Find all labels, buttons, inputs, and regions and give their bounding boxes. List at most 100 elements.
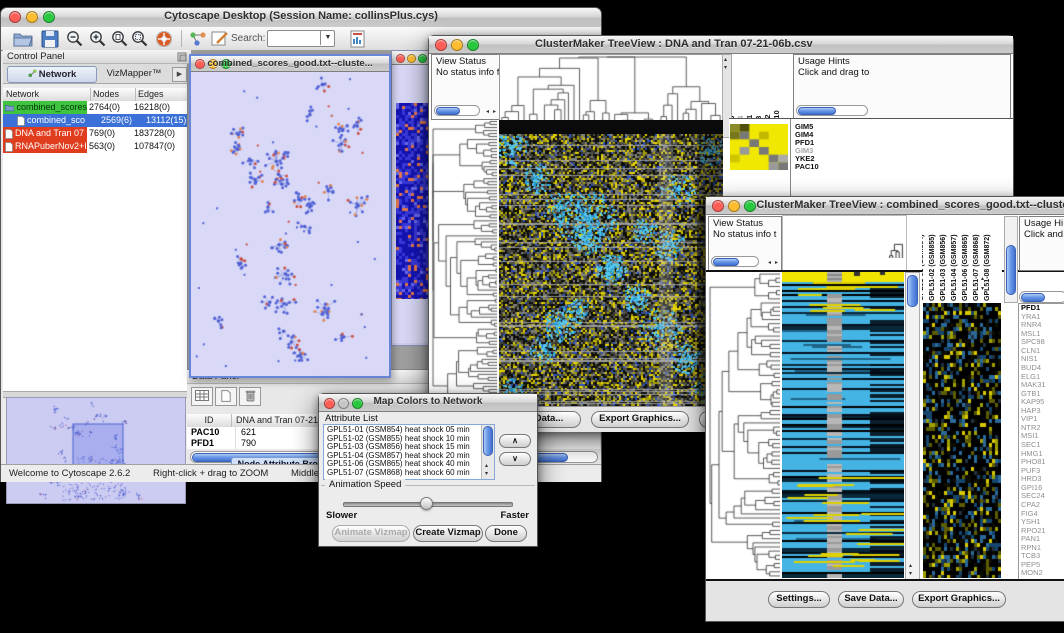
usage-hints-panel: Usage Hi Click and bbox=[1019, 216, 1064, 271]
close-button[interactable] bbox=[435, 39, 447, 51]
frame2-minimize-button[interactable] bbox=[407, 54, 416, 63]
column-label: GPL51-03 (GSM856) bbox=[940, 234, 948, 301]
dialog-titlebar[interactable]: Map Colors to Network bbox=[319, 394, 537, 412]
network-view-canvas[interactable] bbox=[191, 72, 385, 372]
treeview1-title: ClusterMaker TreeView : DNA and Tran 07-… bbox=[535, 38, 1013, 50]
scroll-left-icon[interactable]: ◂ bbox=[486, 109, 489, 115]
settings-button[interactable]: Settings... bbox=[768, 591, 830, 608]
move-down-button[interactable]: ∨ bbox=[499, 452, 531, 466]
view-status-hscrollbar[interactable] bbox=[434, 105, 480, 116]
gene-list-hscrollbar[interactable] bbox=[1019, 291, 1064, 303]
scroll-up-icon[interactable]: ▴ bbox=[485, 463, 488, 469]
attribute-list-vscrollbar[interactable]: ▴ ▾ bbox=[481, 425, 494, 479]
col-nodes[interactable]: Nodes bbox=[91, 88, 136, 101]
zoom-button[interactable] bbox=[467, 39, 479, 51]
similarity-heatmap-canvas[interactable] bbox=[499, 134, 723, 406]
export-graphics-button[interactable]: Export Graphics... bbox=[591, 411, 689, 428]
hscroll-thumb[interactable] bbox=[1021, 293, 1045, 302]
frame2-zoom-button[interactable] bbox=[418, 54, 427, 63]
hscroll-thumb[interactable] bbox=[798, 107, 836, 115]
network-list-row[interactable]: combined_scores2764(0)16218(0) bbox=[3, 101, 187, 114]
main-titlebar[interactable]: Cytoscape Desktop (Session Name: collins… bbox=[1, 8, 601, 28]
vscroll-thumb[interactable] bbox=[1006, 245, 1016, 295]
mini-heatmap-canvas[interactable] bbox=[730, 124, 788, 170]
column-label: GPL51-01 (GSM854) bbox=[922, 234, 926, 301]
scroll-left-icon[interactable]: ◂ bbox=[768, 260, 771, 266]
scroll-down-icon[interactable]: ▾ bbox=[909, 571, 912, 577]
network-nodes: 563(0) bbox=[87, 140, 132, 153]
annotation-icon[interactable] bbox=[210, 29, 230, 49]
status-zoom-hint: Right-click + drag to ZOOM bbox=[153, 468, 268, 479]
heatmap-vscrollbar[interactable]: ▴ ▾ bbox=[905, 272, 920, 580]
col-edges[interactable]: Edges bbox=[136, 88, 187, 101]
new-attribute-icon[interactable] bbox=[215, 387, 237, 406]
zoom-out-icon[interactable] bbox=[65, 29, 85, 49]
heatmap-top-band bbox=[499, 120, 723, 134]
help-lifesaver-icon[interactable] bbox=[154, 29, 174, 49]
hscroll-thumb[interactable] bbox=[436, 107, 460, 115]
tab-network[interactable]: Network bbox=[7, 66, 97, 83]
scroll-right-icon[interactable]: ▸ bbox=[493, 109, 496, 115]
frame2-close-button[interactable] bbox=[396, 54, 405, 63]
labels-vscrollbar[interactable] bbox=[1004, 216, 1018, 303]
save-icon[interactable] bbox=[40, 29, 60, 49]
zoom-button[interactable] bbox=[744, 200, 756, 212]
tab-overflow-button[interactable]: ▶ bbox=[172, 67, 187, 82]
view-status-hscrollbar[interactable] bbox=[711, 256, 759, 267]
network-list-row[interactable]: combined_sco2569(6)13112(15) bbox=[3, 114, 187, 127]
treeview1-titlebar[interactable]: ClusterMaker TreeView : DNA and Tran 07-… bbox=[429, 36, 1013, 54]
network-list-row[interactable]: DNA and Tran 07769(0)183728(0) bbox=[3, 127, 187, 140]
zoom-fit-page-icon[interactable] bbox=[110, 29, 130, 49]
network-list-row[interactable]: RNAPuberNov2+I563(0)107847(0) bbox=[3, 140, 187, 153]
zoom-in-icon[interactable] bbox=[88, 29, 108, 49]
usage-hints-text: Click and drag to bbox=[794, 67, 1010, 78]
network-list: combined_scores2764(0)16218(0)combined_s… bbox=[3, 101, 187, 391]
vscroll-thumb[interactable] bbox=[907, 275, 918, 307]
save-data-button[interactable]: Save Data... bbox=[838, 591, 904, 608]
network-name: RNAPuberNov2+I bbox=[3, 140, 87, 153]
attribute-listbox[interactable]: GPL51-01 (GSM854) heat shock 05 minGPL51… bbox=[323, 424, 495, 480]
zoom-selected-icon[interactable] bbox=[130, 29, 150, 49]
slider-thumb[interactable] bbox=[420, 497, 433, 510]
gene-label[interactable]: MON2 bbox=[1019, 569, 1064, 578]
animate-vizmap-button[interactable]: Animate Vizmap bbox=[332, 525, 410, 542]
row-dendrogram-canvas[interactable] bbox=[708, 272, 780, 578]
control-panel-tabbar: Network VizMapper™ ▶ bbox=[3, 64, 187, 84]
minimize-button[interactable] bbox=[728, 200, 740, 212]
treeview2-titlebar[interactable]: ClusterMaker TreeView : combined_scores_… bbox=[706, 197, 1064, 215]
search-dropdown-arrow-icon[interactable]: ▼ bbox=[320, 30, 335, 45]
col-network[interactable]: Network bbox=[3, 88, 91, 101]
tab-vizmapper[interactable]: VizMapper™ bbox=[99, 66, 169, 81]
network-mini-icon[interactable] bbox=[188, 29, 208, 49]
export-graphics-button[interactable]: Export Graphics... bbox=[912, 591, 1006, 608]
open-file-icon[interactable] bbox=[13, 29, 33, 49]
hscroll-thumb[interactable] bbox=[713, 258, 739, 266]
scroll-up-icon[interactable]: ▴ bbox=[909, 563, 912, 569]
col-id[interactable]: ID bbox=[187, 414, 232, 427]
vscroll-thumb[interactable] bbox=[483, 426, 493, 456]
scroll-up-icon[interactable]: ▴ bbox=[724, 57, 727, 63]
scroll-down-icon[interactable]: ▾ bbox=[724, 65, 727, 71]
zoom-heatmap-canvas[interactable] bbox=[923, 303, 1001, 578]
move-up-button[interactable]: ∧ bbox=[499, 434, 531, 448]
close-button[interactable] bbox=[712, 200, 724, 212]
report-icon[interactable] bbox=[348, 29, 368, 49]
network-frame-1[interactable]: combined_scores_good.txt--cluste... bbox=[189, 54, 391, 378]
minimize-button[interactable] bbox=[451, 39, 463, 51]
row-dendrogram-canvas[interactable] bbox=[431, 120, 497, 406]
scroll-down-icon[interactable]: ▾ bbox=[485, 471, 488, 477]
network-frame-title: combined_scores_good.txt--cluste... bbox=[191, 58, 389, 69]
create-vizmap-button[interactable]: Create Vizmap bbox=[413, 525, 483, 542]
row-label: PAC10 bbox=[795, 163, 819, 171]
mini-column-dendrogram bbox=[888, 218, 904, 258]
scroll-right-icon[interactable]: ▸ bbox=[775, 260, 778, 266]
control-panel-header: Control Panel bbox=[3, 50, 191, 64]
usage-hints-hscrollbar[interactable] bbox=[796, 105, 868, 116]
network-overview-canvas[interactable] bbox=[6, 397, 186, 504]
table-mode-icon[interactable] bbox=[191, 387, 213, 406]
attribute-list-item[interactable]: GPL51-07 (GSM868) heat shock 60 min bbox=[324, 469, 494, 478]
done-button[interactable]: Done bbox=[485, 525, 527, 542]
column-label: GPL51-04 (GSM857) bbox=[951, 234, 959, 301]
global-heatmap-canvas[interactable] bbox=[782, 272, 904, 578]
delete-attribute-trash-icon[interactable] bbox=[239, 387, 261, 406]
